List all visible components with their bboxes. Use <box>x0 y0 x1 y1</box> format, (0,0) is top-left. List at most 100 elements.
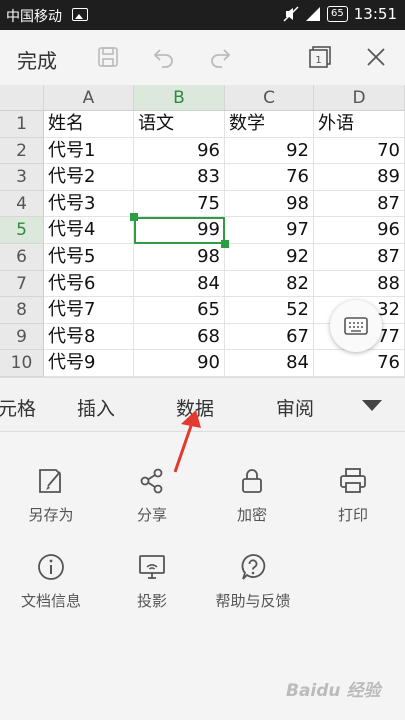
selection-handle[interactable] <box>221 240 229 248</box>
ribbon-tabs: 元格 插入 数据 审阅 <box>0 377 405 432</box>
table-cell[interactable]: 76 <box>225 164 314 191</box>
undo-icon[interactable] <box>150 43 178 71</box>
encrypt-button[interactable]: 加密 <box>207 464 297 525</box>
tab-insert[interactable]: 插入 <box>77 394 115 421</box>
row-header[interactable]: 4 <box>0 190 44 218</box>
table-cell[interactable]: 代号1 <box>44 137 134 165</box>
table-cell[interactable]: 代号6 <box>44 270 134 298</box>
table-cell[interactable]: 代号7 <box>44 297 134 324</box>
info-icon <box>6 550 96 584</box>
row-header[interactable]: 10 <box>0 350 44 377</box>
print-label: 打印 <box>337 506 368 524</box>
mute-icon <box>283 6 299 22</box>
projection-label: 投影 <box>136 592 167 610</box>
help-icon <box>203 550 303 584</box>
row-header[interactable]: 5 <box>0 217 44 244</box>
table-cell[interactable]: 75 <box>134 190 225 218</box>
redo-icon[interactable] <box>206 43 234 71</box>
table-cell[interactable]: 代号2 <box>44 164 134 191</box>
table-cell[interactable]: 87 <box>314 244 405 271</box>
doc-info-label: 文档信息 <box>20 592 81 610</box>
encrypt-label: 加密 <box>236 506 267 524</box>
table-cell[interactable]: 97 <box>225 217 314 244</box>
share-label: 分享 <box>136 506 167 524</box>
table-cell[interactable]: 52 <box>225 297 314 324</box>
table-cell[interactable]: 96 <box>314 217 405 244</box>
table-cell[interactable]: 87 <box>314 190 405 218</box>
done-button[interactable]: 完成 <box>17 45 57 74</box>
share-button[interactable]: 分享 <box>107 464 197 525</box>
table-cell[interactable]: 84 <box>134 270 225 298</box>
watermark: Baidu 经验 <box>286 681 381 701</box>
keyboard-icon <box>344 317 368 335</box>
table-cell[interactable]: 76 <box>314 350 405 377</box>
table-cell[interactable]: 98 <box>225 190 314 218</box>
column-header[interactable]: A <box>44 85 134 111</box>
tab-cell[interactable]: 元格 <box>0 394 36 421</box>
row-header[interactable]: 1 <box>0 111 44 138</box>
projection-icon <box>107 550 197 584</box>
help-feedback-button[interactable]: 帮助与反馈 <box>203 550 303 611</box>
table-cell[interactable]: 83 <box>134 164 225 191</box>
close-icon[interactable] <box>362 43 390 71</box>
sheet-switch-icon[interactable]: 1 <box>306 43 334 71</box>
table-cell[interactable]: 65 <box>134 297 225 324</box>
share-icon <box>107 464 197 498</box>
keyboard-button[interactable] <box>330 300 382 352</box>
save-as-icon <box>6 464 96 498</box>
table-cell[interactable]: 代号4 <box>44 217 134 244</box>
table-cell[interactable]: 92 <box>225 244 314 271</box>
battery-indicator: 65 <box>327 6 348 22</box>
selected-cell-outline <box>134 217 225 244</box>
tab-data[interactable]: 数据 <box>176 394 214 421</box>
row-header[interactable]: 2 <box>0 137 44 165</box>
corner-header[interactable] <box>0 85 44 111</box>
row-header[interactable]: 3 <box>0 164 44 191</box>
table-cell[interactable]: 语文 <box>134 111 225 138</box>
row-header[interactable]: 8 <box>0 297 44 324</box>
table-cell[interactable]: 96 <box>134 137 225 165</box>
table-cell[interactable]: 代号8 <box>44 323 134 351</box>
status-right: 65 13:51 <box>283 5 397 23</box>
row-header[interactable]: 9 <box>0 323 44 351</box>
table-cell[interactable]: 88 <box>314 270 405 298</box>
svg-text:1: 1 <box>315 55 321 66</box>
clock: 13:51 <box>353 5 397 23</box>
table-cell[interactable]: 90 <box>134 350 225 377</box>
column-header[interactable]: B <box>134 85 225 111</box>
table-cell[interactable]: 84 <box>225 350 314 377</box>
table-cell[interactable]: 98 <box>134 244 225 271</box>
table-cell[interactable]: 姓名 <box>44 111 134 138</box>
top-toolbar: 完成 1 <box>0 30 405 85</box>
signal-icon <box>305 6 321 22</box>
printer-icon <box>308 464 398 498</box>
column-header[interactable]: D <box>314 85 405 111</box>
table-cell[interactable]: 代号9 <box>44 350 134 377</box>
table-cell[interactable]: 数学 <box>225 111 314 138</box>
selection-handle[interactable] <box>130 213 138 222</box>
table-cell[interactable]: 70 <box>314 137 405 165</box>
tabs-more-icon[interactable] <box>362 400 382 411</box>
table-cell[interactable]: 92 <box>225 137 314 165</box>
table-cell[interactable]: 82 <box>225 270 314 298</box>
table-cell[interactable]: 67 <box>225 323 314 351</box>
table-cell[interactable]: 代号3 <box>44 190 134 218</box>
table-cell[interactable]: 89 <box>314 164 405 191</box>
save-icon[interactable] <box>94 43 122 71</box>
doc-info-button[interactable]: 文档信息 <box>6 550 96 611</box>
save-as-label: 另存为 <box>28 506 74 524</box>
save-as-button[interactable]: 另存为 <box>6 464 96 525</box>
table-cell[interactable]: 外语 <box>314 111 405 138</box>
row-header[interactable]: 7 <box>0 270 44 298</box>
carrier-name: 中国移动 <box>6 9 62 25</box>
table-cell[interactable]: 代号5 <box>44 244 134 271</box>
status-bar: 中国移动 65 13:51 <box>0 0 405 30</box>
image-notification-icon <box>72 8 88 21</box>
print-button[interactable]: 打印 <box>308 464 398 525</box>
projection-button[interactable]: 投影 <box>107 550 197 611</box>
column-header[interactable]: C <box>225 85 314 111</box>
row-header[interactable]: 6 <box>0 244 44 271</box>
tab-review[interactable]: 审阅 <box>276 394 314 421</box>
help-feedback-label: 帮助与反馈 <box>215 592 291 610</box>
table-cell[interactable]: 68 <box>134 323 225 351</box>
